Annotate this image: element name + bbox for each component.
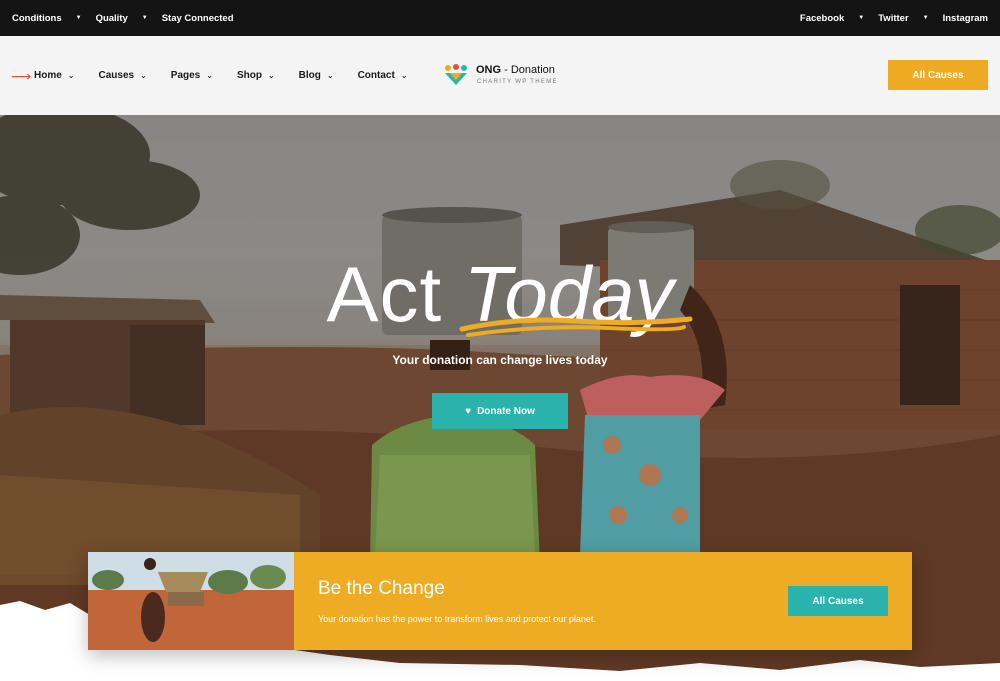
main-nav: Home ⌄ Causes ⌄ Pages ⌄ Shop ⌄ Blog ⌄ Contact…: [34, 36, 432, 115]
chevron-down-icon: ⌄: [326, 71, 334, 80]
chevron-down-icon: ⌄: [400, 71, 408, 80]
link-conditions[interactable]: Conditions: [12, 13, 62, 24]
nav-item-blog[interactable]: Blog ⌄: [299, 70, 334, 81]
link-quality[interactable]: Quality: [96, 13, 128, 24]
nav-item-label: Contact: [357, 70, 395, 81]
nav-item-label: Blog: [298, 70, 321, 81]
nav-item-home[interactable]: Home ⌄: [34, 70, 75, 81]
top-bar: Conditions ▼ Quality ▼ Stay Connected Fa…: [0, 0, 1000, 36]
chevron-down-icon: ⌄: [267, 71, 275, 80]
cause-card-text: Your donation has the power to transform…: [318, 614, 596, 624]
logo-people-icon: [445, 64, 467, 85]
top-bar-left-links: Conditions ▼ Quality ▼ Stay Connected: [12, 0, 234, 36]
logo-name: ONG - Donation: [476, 64, 555, 76]
nav-item-label: Causes: [98, 70, 135, 81]
cause-card-all-causes-button[interactable]: All Causes: [788, 586, 888, 616]
nav-item-label: Pages: [170, 70, 201, 81]
top-bar-social-links: Facebook ▼ Twitter ▼ Instagram: [800, 0, 988, 36]
nav-item-pages[interactable]: Pages ⌄: [171, 70, 213, 81]
hero-subtitle: Your donation can change lives today: [392, 353, 608, 367]
chevron-down-icon: ⌄: [67, 71, 75, 80]
header-all-causes-button[interactable]: All Causes: [888, 60, 988, 90]
nav-item-shop[interactable]: Shop ⌄: [237, 70, 275, 81]
site-logo[interactable]: ONG - Donation CHARITY WP THEME: [443, 62, 573, 90]
nav-item-label: Home: [34, 70, 62, 81]
cause-card-title: Be the Change: [318, 578, 445, 599]
link-instagram[interactable]: Instagram: [943, 13, 988, 24]
dropdown-dot-icon: ▼: [75, 15, 82, 21]
nav-item-contact[interactable]: Contact ⌄: [358, 70, 408, 81]
dropdown-dot-icon: ▼: [922, 15, 929, 21]
link-stay-connected[interactable]: Stay Connected: [162, 13, 234, 24]
dropdown-dot-icon: ▼: [141, 15, 148, 21]
chevron-down-icon: ⌄: [206, 71, 213, 80]
nav-item-label: Shop: [236, 70, 262, 81]
donate-now-label: Donate Now: [477, 405, 535, 417]
hero-title-word-1: Act: [326, 250, 443, 338]
chevron-down-icon: ⌄: [140, 71, 147, 80]
cause-card: Be the Change Your donation has the powe…: [88, 552, 912, 650]
underline-scribble-icon: [459, 316, 693, 337]
dropdown-dot-icon: ▼: [858, 15, 865, 21]
arrow-right-icon: ⟶: [11, 68, 32, 84]
heart-icon: ♥: [465, 405, 472, 417]
nav-item-causes[interactable]: Causes ⌄: [99, 70, 147, 81]
link-twitter[interactable]: Twitter: [878, 13, 908, 24]
link-facebook[interactable]: Facebook: [800, 13, 844, 24]
logo-tagline: CHARITY WP THEME: [477, 79, 558, 85]
donate-now-button[interactable]: ♥ Donate Now: [432, 393, 568, 429]
cause-card-image: [88, 552, 294, 650]
